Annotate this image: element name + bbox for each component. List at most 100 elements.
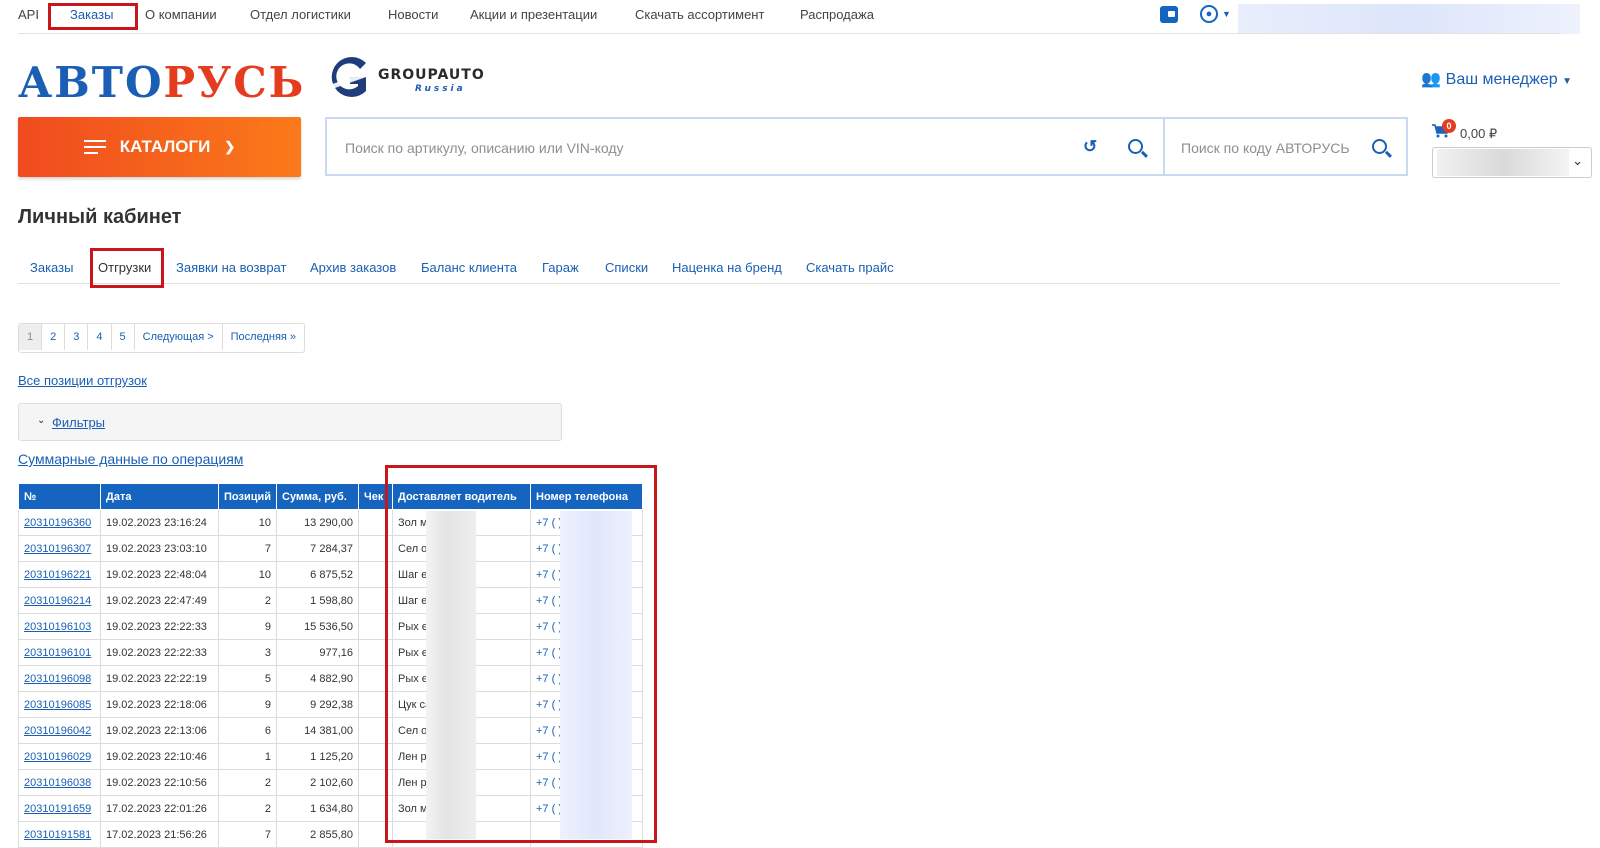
shipment-number-link-cell: 20310196360 bbox=[18, 509, 101, 536]
shipment-number-link-cell: 20310196042 bbox=[18, 717, 101, 744]
shipment-number-link[interactable]: 20310196038 bbox=[24, 777, 91, 789]
highlight-frame-driver-columns bbox=[385, 465, 657, 843]
shipment-number-link[interactable]: 20310196307 bbox=[24, 543, 91, 555]
shipment-date-cell: 19.02.2023 22:47:49 bbox=[100, 587, 219, 614]
tab-lists[interactable]: Списки bbox=[605, 260, 648, 275]
groupauto-g-logo bbox=[330, 57, 372, 97]
shipment-sum-cell: 13 290,00 bbox=[276, 509, 359, 536]
shipment-sum-cell: 4 882,90 bbox=[276, 665, 359, 692]
nav-sale[interactable]: Распродажа bbox=[800, 7, 874, 22]
tab-archive[interactable]: Архив заказов bbox=[310, 260, 396, 275]
shipment-number-link[interactable]: 20310196221 bbox=[24, 569, 91, 581]
user-icon[interactable]: ● bbox=[1200, 5, 1218, 23]
top-navigation: API Заказы О компании Отдел логистики Но… bbox=[0, 0, 1600, 34]
code-search-icon[interactable] bbox=[1372, 139, 1387, 154]
shipment-number-link[interactable]: 20310196085 bbox=[24, 699, 91, 711]
nav-promotions[interactable]: Акции и презентации bbox=[470, 7, 597, 22]
page-3[interactable]: 3 bbox=[65, 324, 89, 350]
shipment-number-link-cell: 20310196038 bbox=[18, 769, 101, 796]
positions-count-cell: 7 bbox=[218, 821, 277, 848]
nav-download-assortment[interactable]: Скачать ассортимент bbox=[635, 7, 764, 22]
account-info-blurred bbox=[1238, 4, 1580, 34]
shipment-number-link-cell: 20310196103 bbox=[18, 613, 101, 640]
page-5[interactable]: 5 bbox=[111, 324, 135, 350]
tab-brand-markup[interactable]: Наценка на бренд bbox=[672, 260, 782, 275]
shipment-number-link[interactable]: 20310196360 bbox=[24, 517, 91, 529]
select-value-blurred bbox=[1437, 149, 1569, 176]
shipment-number-link[interactable]: 20310196098 bbox=[24, 673, 91, 685]
tab-garage[interactable]: Гараж bbox=[542, 260, 579, 275]
wallet-icon[interactable] bbox=[1160, 6, 1178, 23]
shipment-number-link[interactable]: 20310196029 bbox=[24, 751, 91, 763]
shipment-number-link-cell: 20310196085 bbox=[18, 691, 101, 718]
shipment-number-link[interactable]: 20310196214 bbox=[24, 595, 91, 607]
page-title: Личный кабинет bbox=[18, 206, 182, 228]
nav-news[interactable]: Новости bbox=[388, 7, 438, 22]
col-date[interactable]: Дата bbox=[100, 483, 219, 510]
logo-part1: АВТО bbox=[18, 58, 164, 107]
search-input[interactable] bbox=[327, 119, 1182, 176]
manager-dropdown[interactable]: 👥 Ваш менеджер ▼ bbox=[1421, 69, 1572, 89]
nav-logistics[interactable]: Отдел логистики bbox=[250, 7, 351, 22]
page-last[interactable]: Последняя » bbox=[222, 324, 305, 350]
shipment-date-cell: 17.02.2023 21:56:26 bbox=[100, 821, 219, 848]
chevron-down-icon: ⌄ bbox=[37, 415, 46, 426]
users-icon: 👥 bbox=[1421, 71, 1442, 88]
shipment-number-link[interactable]: 20310196103 bbox=[24, 621, 91, 633]
shipment-sum-cell: 2 855,80 bbox=[276, 821, 359, 848]
col-positions[interactable]: Позиций bbox=[218, 483, 277, 510]
shipment-date-cell: 19.02.2023 22:48:04 bbox=[100, 561, 219, 588]
shipment-date-cell: 17.02.2023 22:01:26 bbox=[100, 795, 219, 822]
shipment-sum-cell: 15 536,50 bbox=[276, 613, 359, 640]
nav-api[interactable]: API bbox=[18, 7, 39, 22]
chevron-down-icon[interactable]: ▼ bbox=[1222, 9, 1231, 19]
positions-count-cell: 2 bbox=[218, 795, 277, 822]
shipment-date-cell: 19.02.2023 23:03:10 bbox=[100, 535, 219, 562]
all-shipment-positions-link[interactable]: Все позиции отгрузок bbox=[18, 373, 147, 388]
delivery-select[interactable]: ⌄ bbox=[1432, 147, 1592, 178]
shipment-number-link[interactable]: 20310196101 bbox=[24, 647, 91, 659]
positions-count-cell: 10 bbox=[218, 561, 277, 588]
filters-toggle[interactable]: Фильтры bbox=[52, 415, 105, 430]
positions-count-cell: 2 bbox=[218, 769, 277, 796]
shipment-number-link-cell: 20310196029 bbox=[18, 743, 101, 770]
page-next[interactable]: Следующая > bbox=[134, 324, 223, 350]
cart-count-badge: 0 bbox=[1442, 119, 1456, 133]
shipment-sum-cell: 977,16 bbox=[276, 639, 359, 666]
shipment-number-link-cell: 20310196214 bbox=[18, 587, 101, 614]
shipment-date-cell: 19.02.2023 22:10:56 bbox=[100, 769, 219, 796]
page-2[interactable]: 2 bbox=[42, 324, 66, 350]
shipment-sum-cell: 6 875,52 bbox=[276, 561, 359, 588]
page-4[interactable]: 4 bbox=[88, 324, 112, 350]
tab-returns[interactable]: Заявки на возврат bbox=[176, 260, 286, 275]
positions-count-cell: 9 bbox=[218, 613, 277, 640]
filters-panel[interactable]: ⌄ Фильтры bbox=[18, 403, 562, 441]
positions-count-cell: 2 bbox=[218, 587, 277, 614]
cart-total[interactable]: 0,00 ₽ bbox=[1460, 126, 1497, 142]
col-sum[interactable]: Сумма, руб. bbox=[276, 483, 359, 510]
shipment-date-cell: 19.02.2023 22:22:19 bbox=[100, 665, 219, 692]
shipment-number-link-cell: 20310191581 bbox=[18, 821, 101, 848]
search-icon[interactable] bbox=[1128, 139, 1143, 154]
shipment-sum-cell: 9 292,38 bbox=[276, 691, 359, 718]
nav-about[interactable]: О компании bbox=[145, 7, 217, 22]
pagination: 1 2 3 4 5 Следующая > Последняя » bbox=[18, 323, 306, 353]
shipment-sum-cell: 1 634,80 bbox=[276, 795, 359, 822]
shipment-number-link-cell: 20310196098 bbox=[18, 665, 101, 692]
shipment-number-link[interactable]: 20310191659 bbox=[24, 803, 91, 815]
summary-link[interactable]: Суммарные данные по операциям bbox=[18, 451, 243, 467]
highlight-frame-orders bbox=[48, 3, 138, 30]
tab-orders[interactable]: Заказы bbox=[30, 260, 73, 275]
tab-balance[interactable]: Баланс клиента bbox=[421, 260, 517, 275]
catalogs-button[interactable]: КАТАЛОГИ ❯ bbox=[18, 117, 301, 177]
avtorus-logo[interactable]: АВТОРУСЬ bbox=[18, 58, 305, 107]
tab-download-price[interactable]: Скачать прайс bbox=[806, 260, 894, 275]
manager-label: Ваш менеджер bbox=[1445, 71, 1558, 88]
shipment-number-link[interactable]: 20310196042 bbox=[24, 725, 91, 737]
shipment-number-link-cell: 20310196221 bbox=[18, 561, 101, 588]
col-number[interactable]: № bbox=[18, 483, 101, 510]
partner-subtitle: Russia bbox=[415, 84, 466, 94]
page-1[interactable]: 1 bbox=[19, 324, 43, 350]
history-icon[interactable]: ↺ bbox=[1083, 137, 1097, 157]
shipment-date-cell: 19.02.2023 22:13:06 bbox=[100, 717, 219, 744]
